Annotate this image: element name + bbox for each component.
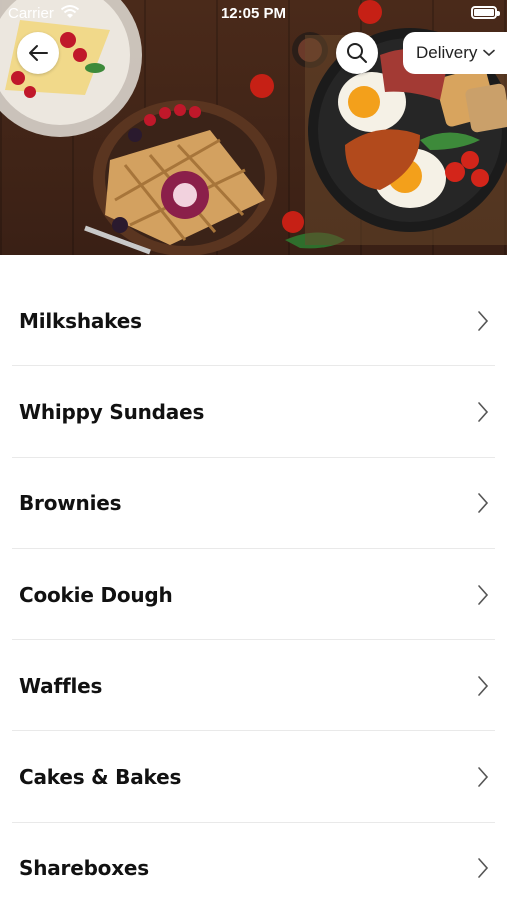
category-label: Cookie Dough [19,582,173,607]
status-bar: Carrier 12:05 PM [0,0,507,28]
category-row-whippy-sundaes[interactable]: Whippy Sundaes [0,366,507,458]
status-time: 12:05 PM [220,5,287,22]
chevron-right-icon [478,493,489,514]
chevron-right-icon [478,676,489,696]
search-icon [347,43,367,63]
chevron-right-icon [478,584,489,605]
category-label: Brownies [19,491,122,516]
chevron-down-icon [483,49,496,57]
chevron-right-icon [478,402,489,422]
delivery-label: Delivery [416,43,478,62]
category-row-shareboxes[interactable]: Shareboxes [0,823,507,900]
arrow-left-icon [29,45,48,61]
chevron-right-icon [478,858,489,879]
back-button[interactable] [17,32,59,74]
chevron-right-icon [478,767,489,787]
category-row-waffles[interactable]: Waffles [0,640,507,732]
category-row-milkshakes[interactable]: Milkshakes [0,275,507,367]
category-label: Milkshakes [19,308,142,333]
battery-icon [471,6,500,19]
category-row-cookie-dough[interactable]: Cookie Dough [0,549,507,641]
chevron-right-icon [478,310,489,331]
category-row-cakes-bakes[interactable]: Cakes & Bakes [0,731,507,823]
category-list: Milkshakes Whippy Sundaes Brownies Cooki… [0,275,507,900]
category-label: Whippy Sundaes [19,399,205,424]
category-label: Waffles [19,673,103,698]
search-button[interactable] [336,32,378,74]
category-label: Cakes & Bakes [19,765,182,790]
delivery-mode-selector[interactable]: Delivery [403,32,507,74]
category-row-brownies[interactable]: Brownies [0,458,507,549]
category-label: Shareboxes [19,856,149,881]
